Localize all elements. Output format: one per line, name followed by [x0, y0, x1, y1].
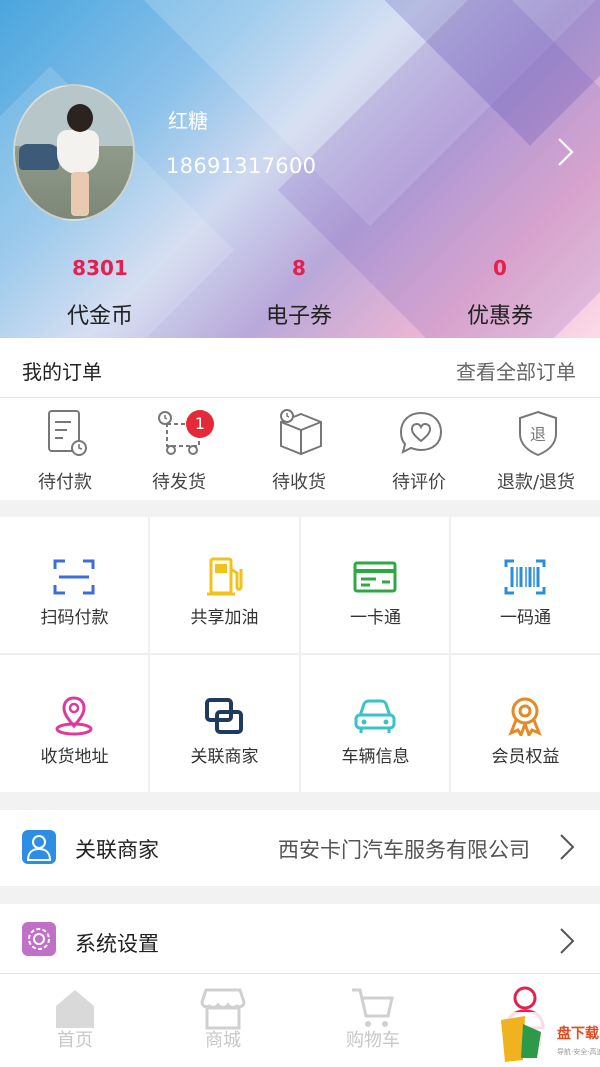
user-name: 红糖: [168, 109, 208, 133]
pending-shipment-badge: 1: [186, 410, 214, 438]
row-label: 系统设置: [75, 932, 159, 956]
service-vehicle-info[interactable]: 车辆信息: [301, 656, 450, 792]
pending-payment-icon: [48, 410, 87, 456]
order-pending-shipment[interactable]: 待发货: [119, 398, 239, 500]
gear-icon: [22, 922, 56, 956]
merchant-name: 西安卡门汽车服务有限公司: [278, 838, 530, 862]
user-icon: [22, 830, 56, 864]
pending-receipt-icon: [280, 409, 322, 456]
svg-text:盘下载: 盘下载: [557, 1025, 599, 1042]
nav-shop[interactable]: 商城: [148, 974, 298, 1067]
linked-merchant-row[interactable]: 关联商家 西安卡门汽车服务有限公司: [0, 810, 600, 886]
order-pending-receipt[interactable]: 待收货: [239, 398, 359, 500]
nav-home[interactable]: 首页: [0, 974, 150, 1067]
nav-label: 购物车: [346, 1030, 400, 1051]
stat-discount-coupons[interactable]: 0 优惠券: [400, 256, 600, 330]
nav-label: 商城: [205, 1030, 241, 1051]
order-item-label: 退款/退货: [496, 472, 576, 493]
service-one-code[interactable]: 一码通: [451, 517, 600, 653]
service-scan-pay[interactable]: 扫码付款: [0, 517, 149, 653]
services-grid: 扫码付款 共享加油 一卡通 一码通 收货地址 关联商家 车辆信息 会员权益: [0, 517, 600, 792]
profile-header: 红糖 18691317600 8301 代金币 8 电子券 0 优惠券: [0, 0, 600, 338]
stat-label: 优惠券: [466, 304, 533, 329]
order-pending-payment[interactable]: 待付款: [5, 398, 125, 500]
chevron-right-icon[interactable]: [553, 136, 577, 168]
watermark-logo: 盘下载 导航·安全·高速: [497, 1012, 600, 1067]
order-item-label: 待付款: [38, 472, 92, 493]
badge-icon: [508, 697, 542, 736]
orders-header: 我的订单 查看全部订单: [0, 338, 600, 398]
location-icon: [55, 696, 93, 736]
order-status-row: 待付款 待发货 待收货 待评价 退 退款/退货: [0, 398, 600, 500]
refund-icon: 退: [519, 410, 557, 457]
home-icon: [56, 990, 94, 1028]
scan-pay-icon: [53, 559, 95, 595]
stat-value: 0: [493, 256, 507, 280]
stat-value: 8: [292, 256, 306, 280]
order-refund[interactable]: 退 退款/退货: [476, 398, 596, 500]
nav-label: 首页: [57, 1030, 93, 1051]
row-label: 关联商家: [75, 838, 159, 862]
order-item-label: 待发货: [152, 472, 206, 493]
service-member-benefits[interactable]: 会员权益: [451, 656, 600, 792]
svg-text:导航·安全·高速: 导航·安全·高速: [557, 1047, 600, 1056]
avatar[interactable]: [13, 84, 135, 221]
system-settings-row[interactable]: 系统设置: [0, 904, 600, 973]
stat-label: 代金币: [66, 304, 133, 329]
service-label: 一卡通: [350, 608, 401, 628]
chevron-right-icon: [560, 834, 575, 860]
service-label: 车辆信息: [341, 747, 410, 767]
service-label: 关联商家: [190, 747, 259, 767]
car-icon: [354, 699, 396, 733]
stat-label: 电子券: [265, 304, 332, 329]
service-linked-merchant[interactable]: 关联商家: [150, 656, 299, 792]
service-label: 收货地址: [40, 747, 109, 767]
barcode-icon: [504, 559, 546, 595]
pending-review-icon: [399, 411, 443, 454]
view-all-orders-link[interactable]: 查看全部订单: [456, 356, 576, 385]
service-label: 一码通: [500, 608, 551, 628]
shop-icon: [200, 988, 246, 1030]
nav-cart[interactable]: 购物车: [298, 974, 448, 1067]
order-item-label: 待评价: [392, 472, 446, 493]
orders-title: 我的订单: [22, 360, 102, 384]
service-label: 扫码付款: [40, 608, 109, 628]
order-pending-review[interactable]: 待评价: [359, 398, 479, 500]
service-one-card[interactable]: 一卡通: [301, 517, 450, 653]
stat-e-coupons[interactable]: 8 电子券: [199, 256, 399, 330]
chevron-right-icon: [560, 928, 575, 954]
link-icon: [205, 698, 243, 734]
grid-divider: [0, 653, 600, 655]
svg-text:退: 退: [530, 425, 546, 444]
fuel-icon: [207, 557, 243, 596]
order-item-label: 待收货: [272, 472, 326, 493]
stat-vouchers-coins[interactable]: 8301 代金币: [0, 256, 200, 330]
service-label: 会员权益: [491, 747, 560, 767]
service-shared-fuel[interactable]: 共享加油: [150, 517, 299, 653]
stat-value: 8301: [72, 256, 128, 280]
cart-icon: [352, 988, 394, 1027]
card-icon: [353, 561, 397, 593]
service-label: 共享加油: [190, 608, 259, 628]
service-address[interactable]: 收货地址: [0, 656, 149, 792]
user-phone: 18691317600: [166, 154, 317, 178]
